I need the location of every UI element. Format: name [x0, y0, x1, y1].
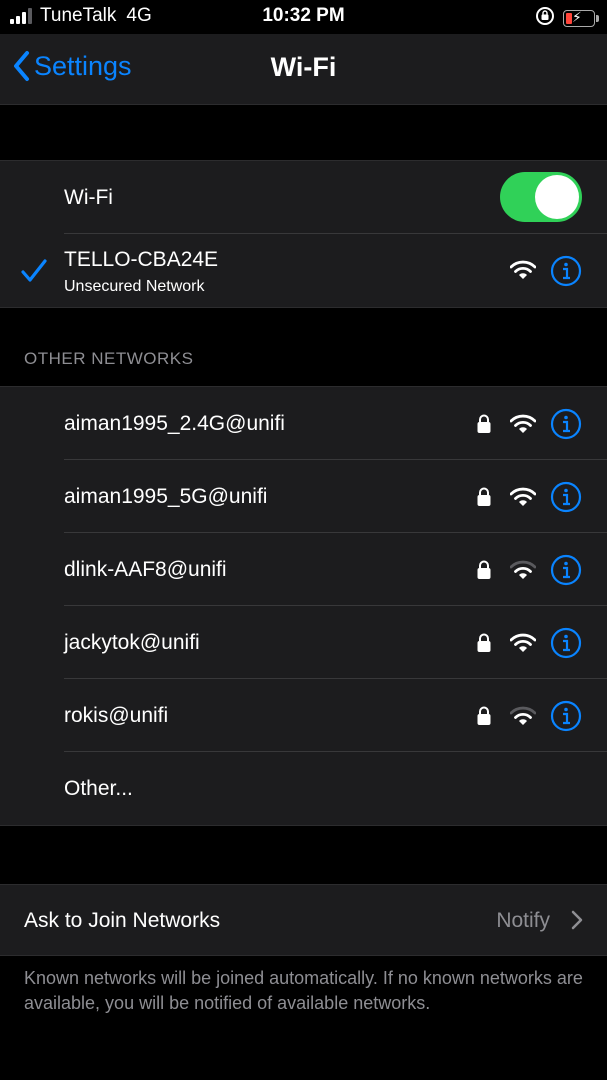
- clock: 10:32 PM: [262, 5, 345, 26]
- info-icon[interactable]: [550, 627, 582, 659]
- connected-network-name: TELLO-CBA24E: [64, 248, 219, 271]
- wifi-strong-icon: [510, 260, 536, 279]
- wifi-strong-icon: [510, 487, 536, 506]
- lock-icon: [477, 414, 491, 433]
- checkmark-icon: [21, 259, 47, 282]
- ask-to-join-label: Ask to Join Networks: [24, 909, 221, 932]
- network-name: rokis@unifi: [64, 704, 169, 727]
- lock-icon: [477, 633, 491, 652]
- info-icon[interactable]: [550, 408, 582, 440]
- other-networks-header: OTHER NETWORKS: [24, 349, 194, 368]
- connected-network-subtitle: Unsecured Network: [64, 278, 205, 295]
- network-name: aiman1995_2.4G@unifi: [64, 412, 285, 435]
- info-icon[interactable]: [550, 700, 582, 732]
- other-network-row[interactable]: Other...: [0, 752, 607, 825]
- ask-to-join-row[interactable]: Ask to Join Networks Notify: [0, 884, 607, 956]
- network-row[interactable]: aiman1995_5G@unifi: [0, 460, 607, 533]
- network-name: dlink-AAF8@unifi: [64, 558, 227, 581]
- network-row[interactable]: aiman1995_2.4G@unifi: [0, 387, 607, 460]
- page-title: Wi-Fi: [270, 52, 337, 82]
- wifi-toggle-row: Wi-Fi: [0, 161, 607, 234]
- wifi-toggle-switch[interactable]: [500, 172, 582, 222]
- footer-description: Known networks will be joined automatica…: [24, 968, 583, 1013]
- lock-icon: [477, 706, 491, 725]
- info-icon[interactable]: [550, 554, 582, 586]
- battery-icon: ⚡: [563, 9, 599, 27]
- chevron-right-icon: [571, 910, 583, 930]
- network-row[interactable]: rokis@unifi: [0, 679, 607, 752]
- network-row[interactable]: dlink-AAF8@unifi: [0, 533, 607, 606]
- wifi-toggle-label: Wi-Fi: [64, 186, 113, 209]
- info-icon[interactable]: [550, 255, 582, 287]
- navigation-bar: Settings Wi-Fi: [0, 34, 607, 105]
- wifi-weak-icon: [510, 560, 536, 579]
- wifi-strong-icon: [510, 633, 536, 652]
- network-name: jackytok@unifi: [64, 631, 200, 654]
- other-network-label: Other...: [64, 777, 133, 800]
- wifi-group: Wi-Fi TELLO-CBA24E Unsecured Network: [0, 160, 607, 308]
- lock-icon: [477, 560, 491, 579]
- orientation-lock-icon: [535, 6, 555, 31]
- wifi-weak-icon: [510, 706, 536, 725]
- wifi-strong-icon: [510, 414, 536, 433]
- ask-to-join-value: Notify: [496, 909, 550, 932]
- info-icon[interactable]: [550, 481, 582, 513]
- connected-network-row[interactable]: TELLO-CBA24E Unsecured Network: [0, 234, 607, 307]
- status-bar: TuneTalk 4G 10:32 PM ⚡: [0, 0, 607, 34]
- lock-icon: [477, 487, 491, 506]
- status-right: ⚡: [535, 6, 599, 31]
- network-name: aiman1995_5G@unifi: [64, 485, 268, 508]
- network-row[interactable]: jackytok@unifi: [0, 606, 607, 679]
- other-networks-group: aiman1995_2.4G@unifi aiman1995_5G@unifi …: [0, 386, 607, 826]
